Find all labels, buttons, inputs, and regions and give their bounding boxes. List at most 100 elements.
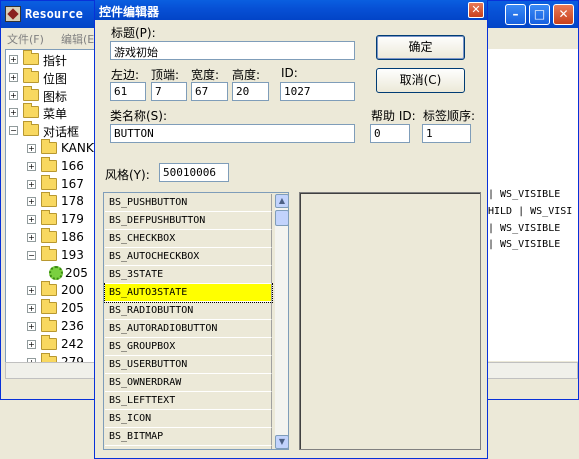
tree-item[interactable]: 205 [6, 265, 98, 282]
style-list-item[interactable]: BS_AUTOCHECKBOX [105, 248, 272, 266]
tree-item[interactable]: +179 [6, 210, 98, 228]
style-list-item[interactable]: BS_AUTORADIOBUTTON [105, 320, 272, 338]
control-editor-dialog: 控件编辑器 ✕ 标题(P): 游戏初始 左边: 顶端: 宽度: 高度: ID: … [94, 0, 488, 459]
expand-icon[interactable]: + [27, 161, 36, 171]
style-list-scrollbar[interactable]: ▲ ▼ [275, 194, 288, 449]
left-input[interactable]: 61 [110, 82, 146, 101]
tree-item[interactable]: − 对话框 [6, 121, 98, 140]
code-horizontal-scrollbar[interactable] [487, 362, 578, 379]
tree-item[interactable]: + 图标 [6, 85, 98, 104]
tree-item-label: 166 [61, 158, 84, 173]
style-list-item[interactable]: BS_OWNERDRAW [105, 374, 272, 392]
expand-icon[interactable]: + [27, 197, 36, 207]
tree-item[interactable]: − 193 [6, 245, 98, 264]
resource-script-view[interactable]: | WS_VISIBLE HILD | WS_VISI | WS_VISIBLE … [487, 49, 578, 361]
tree-item[interactable]: + 菜单 [6, 103, 98, 121]
width-label: 宽度: [191, 68, 220, 82]
expand-icon[interactable]: + [27, 286, 36, 296]
folder-icon [41, 228, 57, 243]
close-icon[interactable]: ✕ [553, 4, 574, 25]
style-list-item[interactable]: BS_USERBUTTON [105, 356, 272, 374]
code-line: HILD | WS_VISI [488, 206, 573, 217]
top-input[interactable]: 7 [151, 82, 187, 101]
style-list-item[interactable]: BS_GROUPBOX [105, 338, 272, 356]
tree-item[interactable]: +186 [6, 228, 98, 246]
folder-icon [41, 156, 57, 172]
width-input[interactable]: 67 [191, 82, 228, 101]
menu-edit[interactable]: 编辑(E) [61, 31, 99, 47]
expand-icon[interactable]: + [9, 90, 18, 100]
tree-item[interactable]: +178 [6, 192, 98, 210]
style-list-item[interactable]: BS_LEFTTEXT [105, 392, 272, 410]
tree-item-label: 186 [61, 230, 84, 244]
expand-icon[interactable]: + [27, 179, 36, 189]
tree-item[interactable]: +200 [6, 281, 98, 299]
style-list-item[interactable]: BS_PUSHBUTTON [105, 194, 272, 212]
folder-icon [23, 50, 39, 65]
dialog-titlebar[interactable]: 控件编辑器 ✕ [95, 0, 487, 20]
scroll-thumb[interactable] [275, 210, 288, 226]
tree-item[interactable]: +166 [6, 156, 98, 175]
tab-order-input[interactable]: 1 [422, 124, 471, 143]
expand-icon[interactable]: + [27, 144, 36, 153]
tree-item[interactable]: +167 [6, 174, 98, 193]
scroll-up-icon[interactable]: ▲ [275, 194, 288, 208]
collapse-icon[interactable]: − [27, 250, 36, 260]
menu-file[interactable]: 文件(F) [7, 31, 44, 47]
style-list-item[interactable]: BS_ICON [105, 410, 272, 428]
style-list-item[interactable]: BS_LEFT [105, 446, 272, 449]
folder-icon [41, 281, 57, 297]
style-list-item[interactable]: BS_3STATE [105, 266, 272, 284]
tree-item-label: 179 [61, 212, 84, 227]
folder-icon [23, 85, 39, 101]
dialog-close-icon[interactable]: ✕ [468, 2, 484, 18]
expand-icon[interactable]: + [27, 215, 36, 225]
id-label: ID: [281, 66, 298, 80]
style-list-item[interactable]: BS_BITMAP [105, 428, 272, 446]
class-name-input[interactable]: BUTTON [110, 124, 355, 143]
expand-icon[interactable]: + [27, 233, 36, 242]
collapse-icon[interactable]: − [9, 126, 18, 136]
tree-item-label: 位图 [43, 71, 68, 86]
id-input[interactable]: 1027 [280, 82, 355, 101]
expand-icon[interactable]: + [9, 108, 18, 118]
style-list-item[interactable]: BS_CHECKBOX [105, 230, 272, 248]
caption-input[interactable]: 游戏初始 [110, 41, 355, 60]
tree-item[interactable]: + 位图 [6, 67, 98, 86]
tree-horizontal-scrollbar[interactable] [5, 362, 99, 379]
dialog-title: 控件编辑器 [99, 5, 160, 19]
expand-icon[interactable]: + [27, 322, 36, 331]
folder-icon [23, 67, 39, 83]
code-line: | WS_VISIBLE [488, 239, 561, 250]
style-list-item[interactable]: BS_DEFPUSHBUTTON [105, 212, 272, 230]
tree-item-label: 指针 [43, 54, 68, 68]
resource-tree[interactable]: +指针+位图+图标+菜单−对话框+KANKYO+166+167+178+179+… [5, 49, 99, 379]
folder-icon [41, 245, 57, 261]
tree-item[interactable]: +205 [6, 299, 98, 317]
scroll-down-icon[interactable]: ▼ [275, 435, 288, 449]
tree-item[interactable]: +KANKYO [6, 139, 98, 157]
height-input[interactable]: 20 [232, 82, 269, 101]
caption-label: 标题(P): [111, 26, 156, 40]
style-value-input[interactable]: 50010006 [159, 163, 229, 182]
expand-icon[interactable]: + [27, 339, 36, 349]
ok-button[interactable]: 确定 [376, 35, 465, 60]
minimize-icon[interactable]: – [505, 4, 526, 25]
tree-item[interactable]: +236 [6, 317, 98, 335]
folder-icon [41, 139, 57, 154]
tree-item-label: 对话框 [43, 125, 80, 140]
tree-item-label: 图标 [43, 89, 68, 104]
tree-item[interactable]: +242 [6, 334, 98, 353]
tree-item[interactable]: + 指针 [6, 50, 98, 68]
style-list[interactable]: BS_LEFTBS_BITMAPBS_ICONBS_LEFTTEXTBS_OWN… [103, 192, 289, 450]
tree-item-label: 178 [61, 194, 84, 209]
cancel-button[interactable]: 取消(C) [376, 68, 465, 93]
expand-icon[interactable]: + [27, 304, 36, 314]
help-id-input[interactable]: 0 [370, 124, 410, 143]
maximize-icon[interactable]: □ [529, 4, 550, 25]
style-list-item[interactable]: BS_AUTO3STATE [104, 283, 273, 303]
expand-icon[interactable]: + [9, 55, 18, 64]
code-line: | WS_VISIBLE [488, 189, 561, 200]
style-list-item[interactable]: BS_RADIOBUTTON [105, 302, 272, 320]
expand-icon[interactable]: + [9, 72, 18, 82]
